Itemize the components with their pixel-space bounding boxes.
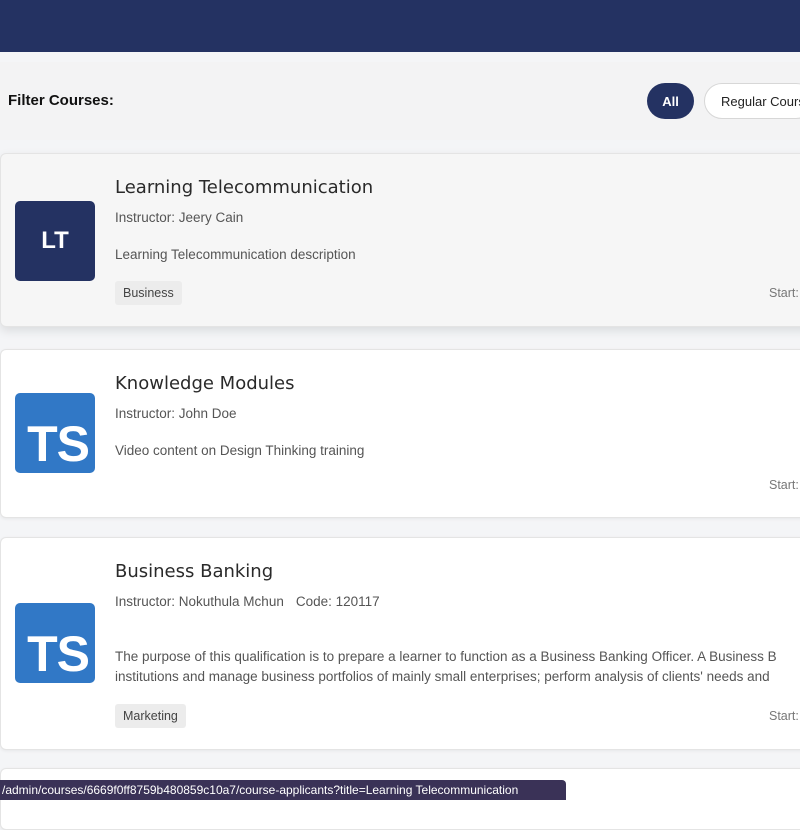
course-description-line: institutions and manage business portfol…: [115, 669, 770, 684]
filter-regular-courses-button[interactable]: Regular Cours: [704, 83, 800, 119]
instructor-text: Instructor: Jeery Cain: [115, 210, 244, 225]
course-instructor: Instructor: Jeery Cain: [115, 210, 243, 225]
course-code: Code: 120117: [295, 594, 380, 609]
start-date-label: Start:: [769, 478, 799, 492]
course-card[interactable]: TS Knowledge Modules Instructor: John Do…: [0, 349, 800, 518]
course-description-line: The purpose of this qualification is to …: [115, 649, 777, 664]
course-card[interactable]: TS Business Banking Instructor: Nokuthul…: [0, 537, 800, 750]
filter-bar: Filter Courses: All Regular Cours: [0, 62, 800, 140]
typescript-thumbnail: TS: [15, 603, 95, 683]
instructor-text: Instructor: John Doe: [115, 406, 237, 421]
course-description: Video content on Design Thinking trainin…: [115, 443, 365, 458]
link-status-bar: /admin/courses/6669f0ff8759b480859c10a7/…: [0, 780, 566, 800]
start-date-label: Start:: [769, 286, 799, 300]
typescript-thumbnail: TS: [15, 393, 95, 473]
course-description: Learning Telecommunication description: [115, 247, 356, 262]
course-title[interactable]: Knowledge Modules: [115, 373, 295, 394]
course-title[interactable]: Learning Telecommunication: [115, 177, 373, 198]
top-navbar: [0, 0, 800, 52]
filter-label: Filter Courses:: [8, 92, 114, 109]
course-title[interactable]: Business Banking: [115, 561, 273, 582]
filter-all-button[interactable]: All: [647, 83, 694, 119]
instructor-text: Instructor: Nokuthula Mchun: [115, 594, 284, 609]
category-tag: Business: [115, 281, 182, 305]
category-tag: Marketing: [115, 704, 186, 728]
course-instructor: Instructor: John Doe: [115, 406, 237, 421]
course-instructor: Instructor: Nokuthula Mchun Code: 120117: [115, 594, 380, 609]
course-card[interactable]: LT Learning Telecommunication Instructor…: [0, 153, 800, 327]
course-thumbnail: LT: [15, 201, 95, 281]
start-date-label: Start:: [769, 709, 799, 723]
